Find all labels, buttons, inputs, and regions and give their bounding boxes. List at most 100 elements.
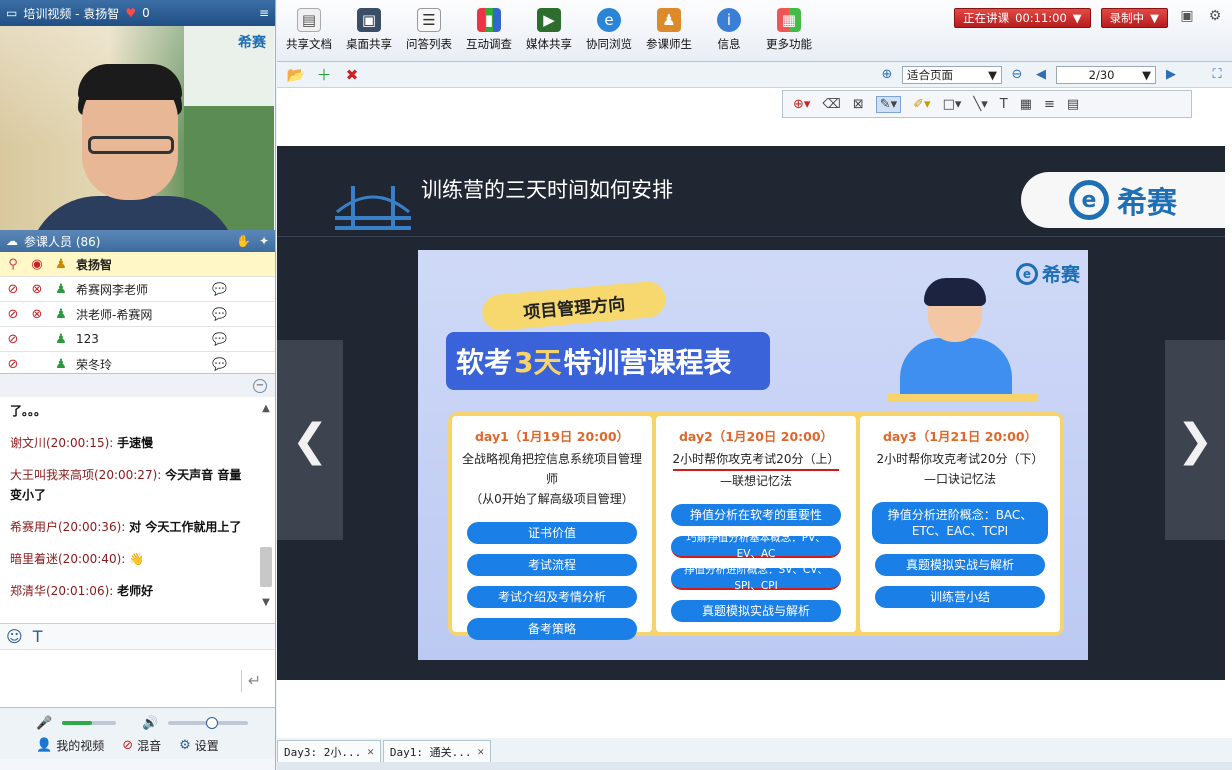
send-icon[interactable]: ↵: [241, 670, 267, 692]
eraser-icon[interactable]: ⌫: [822, 97, 840, 112]
lecture-status-button[interactable]: 正在讲课 00:11:00 ▼: [954, 8, 1091, 28]
line-width-icon[interactable]: ≡: [1044, 97, 1055, 112]
co-browse-button[interactable]: e 协同浏览: [579, 8, 639, 58]
layout-icon[interactable]: ▣: [1178, 8, 1196, 26]
page-select[interactable]: 2/30 ▼: [1056, 65, 1156, 84]
chat-messages: 了。。。 谢文川(20:00:15): 手速慢 大王叫我来高项(20:00:27…: [0, 397, 275, 623]
pen-icon[interactable]: ✎▾: [875, 95, 902, 113]
participant-name: 袁扬智: [76, 257, 113, 272]
chat-bubble-icon[interactable]: 💬: [212, 332, 227, 346]
participant-row[interactable]: ⊘ ⊗ ♟ 洪老师-希赛网 💬: [0, 302, 275, 327]
next-page-icon[interactable]: ▶: [1162, 67, 1180, 82]
participant-row[interactable]: ⊘ ♟ 123 💬: [0, 327, 275, 352]
mic-off-icon: ⊘: [7, 356, 19, 372]
qa-list-button[interactable]: ☰ 问答列表: [399, 8, 459, 58]
chat-scrollbar[interactable]: ▲ ▼: [259, 403, 273, 613]
qa-icon: ☰: [417, 8, 441, 32]
slide-header: 训练营的三天时间如何安排 e 希赛: [277, 146, 1225, 236]
settings-button[interactable]: ⚙ 设置: [179, 737, 219, 754]
doc-tab[interactable]: Day3: 2小... ✕: [277, 740, 381, 762]
chat-bubble-icon[interactable]: 💬: [212, 357, 227, 371]
chat-header: −: [0, 373, 275, 397]
wave-icon: 👋: [129, 552, 145, 566]
chat-tools: ☺ T: [0, 623, 275, 649]
mic-slider[interactable]: [62, 721, 117, 725]
pointer-icon[interactable]: ⊕▾: [793, 97, 810, 112]
share-doc-button[interactable]: ▤ 共享文档: [279, 8, 339, 58]
clear-icon[interactable]: ⊠: [853, 97, 864, 112]
text-tool-icon[interactable]: T: [1000, 97, 1008, 112]
mic-off-icon: ⊘: [7, 306, 19, 322]
day1-column: day1（1月19日 20:00） 全战略视角把控信息系统项目管理师 （从0开始…: [452, 416, 652, 640]
highlighter-icon[interactable]: ✐▾: [913, 97, 930, 112]
chat-message: 了。。。: [10, 404, 47, 418]
prev-page-icon[interactable]: ◀: [1032, 67, 1050, 82]
new-doc-icon[interactable]: ＋: [313, 64, 335, 85]
document-tabs: Day3: 2小... ✕ Day1: 通关... ✕: [277, 740, 492, 762]
chat-input[interactable]: ↵: [0, 649, 275, 707]
fit-select[interactable]: 适合页面 ▼: [902, 65, 1002, 84]
participant-row[interactable]: ⊘ ♟ 荣冬玲 💬: [0, 352, 275, 373]
schedule-item: 训练营小结: [875, 586, 1045, 608]
video-title: 培训视频 - 袁扬智: [23, 6, 120, 21]
link-icon: ⚲: [8, 256, 18, 272]
close-doc-icon[interactable]: ✖: [341, 66, 363, 84]
participant-row[interactable]: ⊘ ⊗ ♟ 希赛网李老师 💬: [0, 277, 275, 302]
doc-tab[interactable]: Day1: 通关... ✕: [382, 740, 492, 762]
close-icon[interactable]: ✕: [477, 745, 484, 758]
media-share-button[interactable]: ▶ 媒体共享: [519, 8, 579, 58]
mic-icon[interactable]: 🎤: [36, 716, 52, 731]
slide: 训练营的三天时间如何安排 e 希赛 ❮ ❯ e 希赛 项目管理方向 软考 3天 …: [277, 146, 1225, 680]
participant-name: 希赛网李老师: [76, 282, 149, 297]
presenter-icon: ♟: [55, 256, 67, 272]
zoom-out-icon[interactable]: ⊖: [1008, 67, 1026, 82]
my-video-button[interactable]: 👤 我的视频: [36, 737, 104, 754]
next-slide-button[interactable]: ❯: [1165, 340, 1225, 540]
open-folder-icon[interactable]: 📂: [285, 66, 307, 84]
tools-icon[interactable]: ✦: [259, 234, 269, 248]
student-illustration: [888, 278, 1038, 418]
recording-button[interactable]: 录制中 ▼: [1100, 8, 1168, 28]
scroll-up-icon[interactable]: ▲: [259, 403, 273, 417]
info-button[interactable]: i 信息: [699, 8, 759, 58]
brand-e-icon: e: [1069, 180, 1109, 220]
line-icon[interactable]: ╲▾: [973, 97, 987, 112]
speaker-icon[interactable]: 🔊: [142, 716, 158, 731]
chart-icon: ▮: [477, 8, 501, 32]
chat-bubble-icon[interactable]: 💬: [212, 282, 227, 296]
fill-icon[interactable]: ▦: [1020, 97, 1032, 112]
volume-slider[interactable]: [168, 717, 249, 729]
more-features-button[interactable]: ▦ 更多功能: [759, 8, 819, 58]
close-icon[interactable]: ✕: [367, 745, 374, 758]
fullscreen-icon[interactable]: ⛶: [1208, 67, 1226, 82]
prev-slide-button[interactable]: ❮: [277, 340, 343, 540]
raise-hand-icon[interactable]: ✋: [236, 234, 251, 248]
heart-icon[interactable]: ♥: [125, 6, 136, 20]
rectangle-icon[interactable]: □▾: [943, 97, 962, 112]
screenshot-icon[interactable]: ▤: [1067, 97, 1079, 112]
main-area: ▤ 共享文档 ▣ 桌面共享 ☰ 问答列表 ▮ 互动调查 ▶ 媒体共享 e 协同浏…: [277, 0, 1232, 770]
gear-icon[interactable]: ⚙: [1206, 8, 1224, 26]
zoom-in-icon[interactable]: ⊕: [878, 67, 896, 82]
schedule-item: 考试介绍及考情分析: [467, 586, 637, 608]
chat-message: 郑清华(20:01:06): 老师好: [10, 584, 154, 598]
schedule-item: 挣值分析进阶概念：BAC、ETC、EAC、TCPI: [872, 502, 1048, 544]
collapse-icon[interactable]: −: [253, 378, 267, 393]
scroll-down-icon[interactable]: ▼: [259, 597, 273, 611]
emoji-icon[interactable]: ☺: [6, 627, 23, 646]
survey-button[interactable]: ▮ 互动调查: [459, 8, 519, 58]
attendees-button[interactable]: ♟ 参课师生: [639, 8, 699, 58]
text-format-icon[interactable]: T: [33, 627, 43, 646]
info-icon: i: [717, 8, 741, 32]
schedule-item: 真题模拟实战与解析: [671, 600, 841, 622]
lecture-timer: 00:11:00: [1015, 11, 1067, 25]
chat-bubble-icon[interactable]: 💬: [212, 307, 227, 321]
media-controls: 🎤 🔊 👤 我的视频 ⊘ 混音 ⚙ 设置: [0, 707, 275, 759]
users-icon: ♟: [657, 8, 681, 32]
user-video-icon: 👤: [36, 737, 53, 753]
menu-icon[interactable]: ≡: [259, 6, 269, 20]
mix-button[interactable]: ⊘ 混音: [122, 737, 161, 754]
participant-row[interactable]: ⚲ ◉ ♟ 袁扬智: [0, 252, 275, 277]
desktop-share-button[interactable]: ▣ 桌面共享: [339, 8, 399, 58]
scroll-thumb[interactable]: [260, 547, 272, 587]
